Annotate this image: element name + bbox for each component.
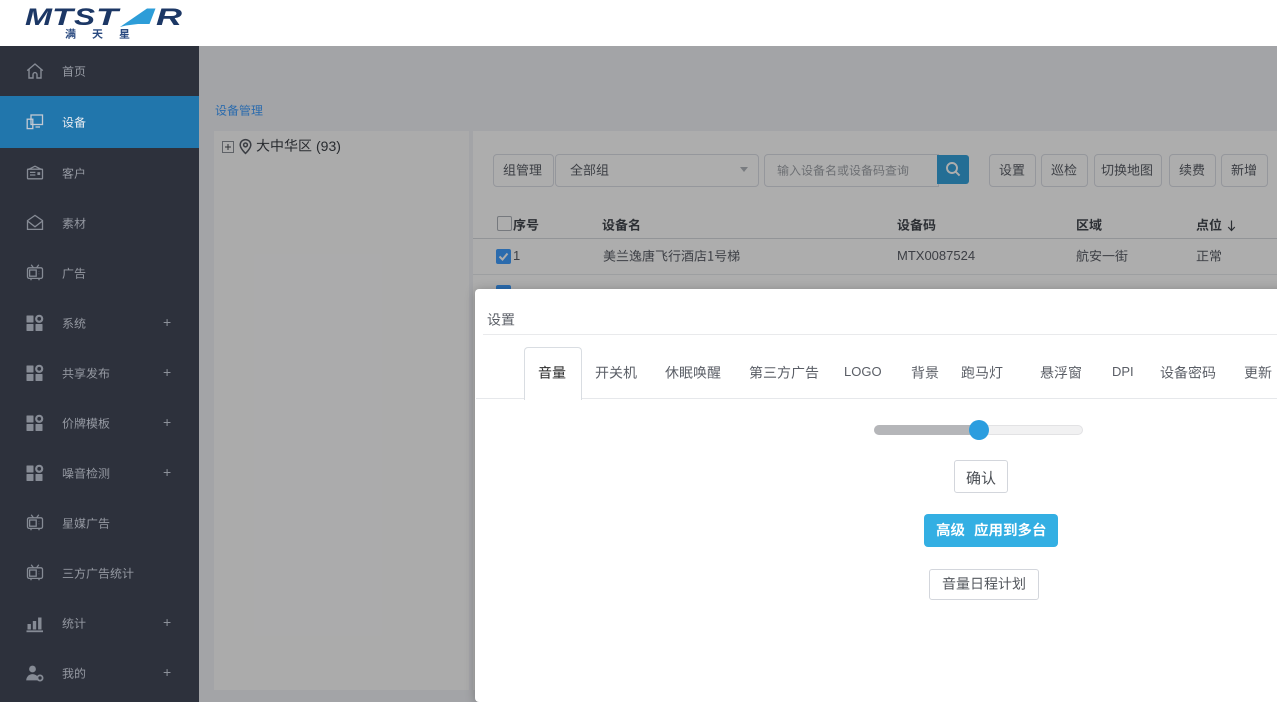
svg-text:M: M	[25, 4, 53, 31]
svg-text:R: R	[156, 4, 183, 31]
